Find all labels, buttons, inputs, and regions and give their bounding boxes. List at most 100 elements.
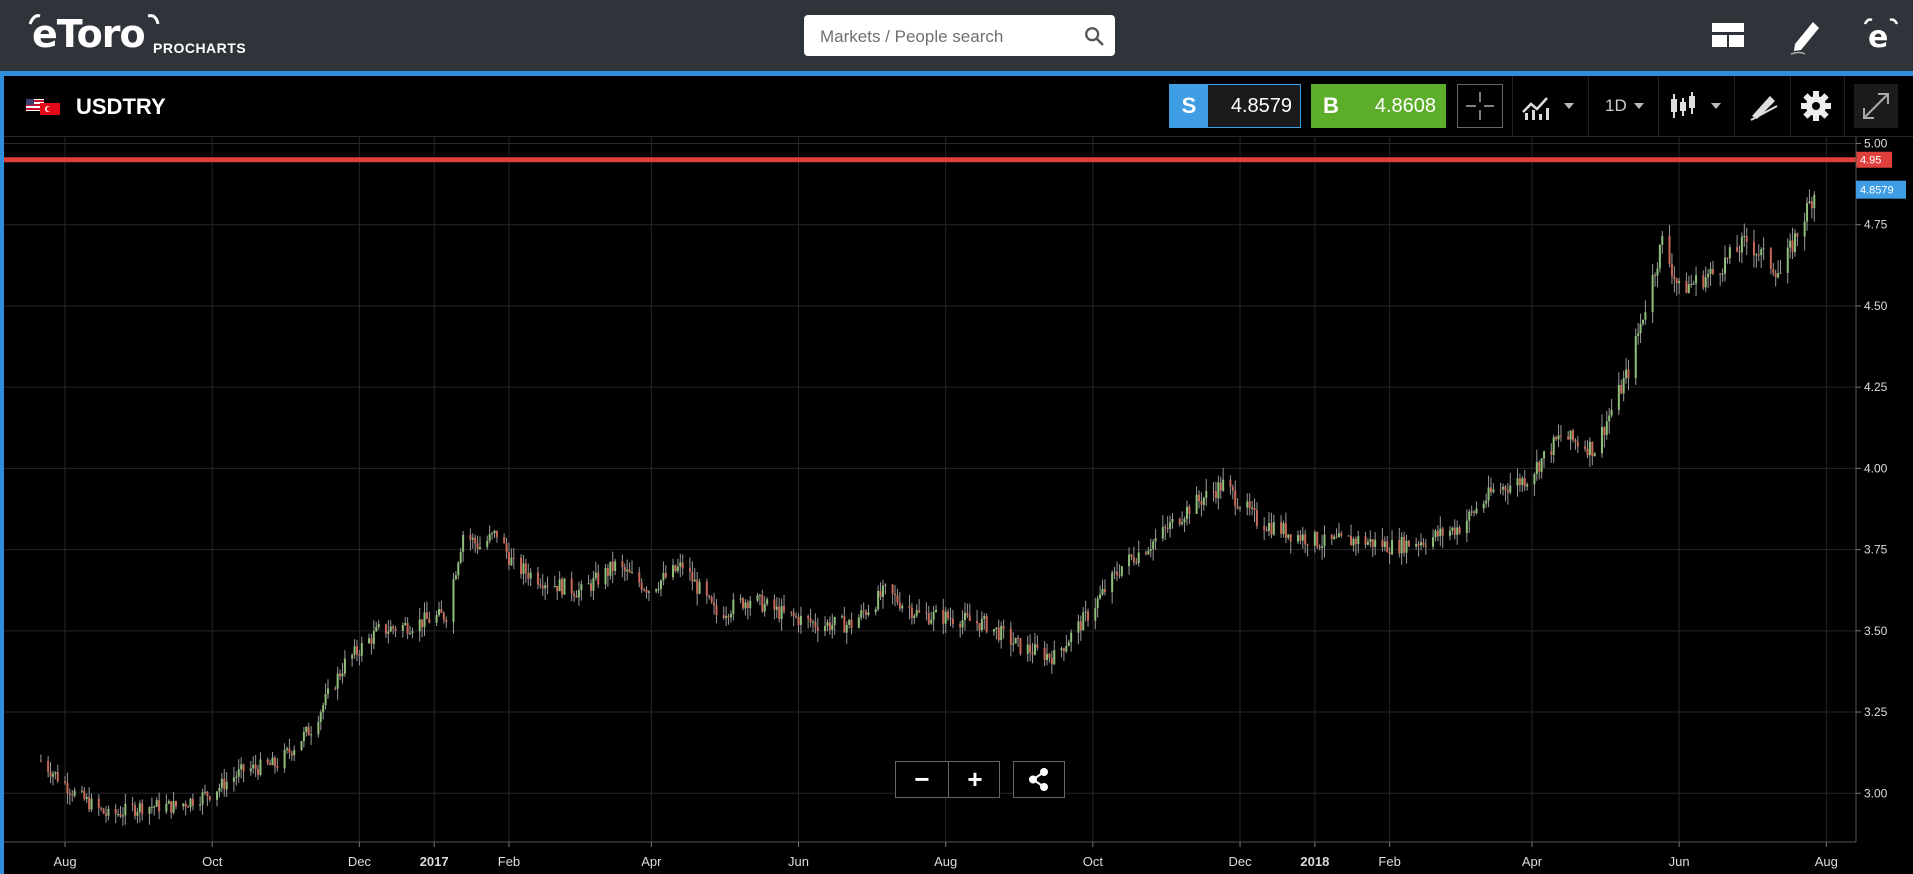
candle-body — [1523, 478, 1526, 487]
candle-body — [503, 537, 506, 544]
candle-body — [223, 778, 226, 790]
timeframe-label[interactable]: 1D — [1605, 96, 1627, 116]
chart-type-button[interactable] — [1666, 84, 1726, 128]
candle-body — [1774, 273, 1777, 278]
candle-body — [150, 806, 153, 808]
candle-body — [662, 572, 665, 581]
drawing-tools-button[interactable] — [1746, 84, 1782, 128]
indicators-button[interactable] — [1519, 84, 1579, 128]
candle-body — [404, 622, 407, 626]
buy-button[interactable]: B 4.8608 — [1311, 84, 1446, 128]
candle-body — [1200, 501, 1203, 505]
zoom-out-button[interactable]: − — [896, 762, 948, 797]
candle-body — [766, 599, 769, 604]
candle-body — [1779, 272, 1782, 274]
candle-body — [172, 801, 175, 813]
search-icon[interactable] — [1083, 25, 1105, 47]
candle-body — [850, 619, 853, 628]
candle-body — [1231, 486, 1234, 491]
candle-body — [1391, 540, 1394, 555]
crosshair-button[interactable] — [1457, 84, 1503, 128]
candle-body — [1791, 240, 1794, 252]
candle-body — [85, 797, 88, 800]
candle-body — [141, 803, 144, 814]
zoom-in-button[interactable]: + — [949, 762, 1001, 797]
candle-body — [158, 800, 161, 812]
candle-body — [285, 748, 288, 750]
candle-body — [894, 593, 897, 596]
candle-body — [343, 658, 346, 674]
candle-body — [966, 612, 969, 616]
candle-body — [138, 803, 141, 813]
candle-body — [425, 612, 428, 619]
sell-button[interactable]: S 4.8579 — [1169, 84, 1301, 128]
candle-body — [175, 801, 178, 807]
etoro-logo[interactable]: eToro PROCHARTS — [28, 12, 268, 58]
candle-body — [1229, 479, 1232, 487]
candle-body — [898, 602, 901, 609]
chart-toolbar: USDTRY S 4.8579 B 4.8608 1D — [4, 76, 1913, 137]
candle-body — [978, 623, 981, 631]
candle-body — [865, 611, 868, 615]
candle-body — [881, 585, 884, 597]
candle-body — [1214, 491, 1217, 499]
candle-body — [710, 596, 713, 603]
candle-body — [459, 551, 462, 563]
candle-body — [493, 530, 496, 534]
toolbar-separator — [1658, 76, 1659, 136]
candle-body — [242, 764, 245, 772]
instrument-symbol[interactable]: USDTRY — [76, 94, 166, 120]
candle-body — [1280, 522, 1283, 534]
candle-body — [742, 598, 745, 609]
candle-body — [609, 561, 612, 576]
candle-body — [1026, 644, 1029, 654]
settings-button[interactable] — [1796, 84, 1836, 128]
search-box[interactable] — [804, 15, 1115, 58]
edit-icon[interactable] — [1785, 14, 1827, 56]
candle-body — [153, 806, 156, 808]
candle-body — [606, 568, 609, 576]
candle-body — [570, 578, 573, 594]
share-button[interactable] — [1013, 761, 1065, 798]
toolbar-separator — [1734, 76, 1735, 136]
candle-body — [336, 673, 339, 689]
etoro-e-icon[interactable]: e — [1860, 14, 1902, 56]
candle-body — [1357, 536, 1360, 545]
candle-body — [1644, 312, 1647, 320]
candle-body — [358, 654, 361, 656]
candle-body — [191, 798, 194, 806]
candle-body — [471, 537, 474, 540]
search-input[interactable] — [818, 15, 1072, 58]
layout-icon[interactable] — [1707, 14, 1749, 56]
candle-body — [220, 778, 223, 788]
candle-body — [874, 609, 877, 613]
candle-body — [1000, 625, 1003, 641]
candle-body — [1137, 552, 1140, 564]
candle-body — [218, 787, 221, 792]
drawing-tools-icon — [1750, 96, 1778, 121]
candle-body — [1518, 478, 1521, 486]
candle-body — [1166, 527, 1169, 529]
candle-body — [729, 614, 732, 618]
candle-body — [310, 734, 313, 736]
candle-body — [727, 616, 730, 618]
candle-body — [1198, 494, 1201, 502]
candle-body — [1736, 247, 1739, 252]
candle-body — [1634, 335, 1637, 379]
candle-body — [1678, 280, 1681, 284]
candle-body — [621, 561, 624, 568]
candle-body — [1152, 541, 1155, 550]
fullscreen-button[interactable] — [1854, 84, 1898, 128]
svg-text:eToro: eToro — [32, 12, 145, 56]
horizontal-price-line[interactable]: 4.95 — [4, 151, 1892, 168]
candle-body — [1149, 549, 1152, 551]
candle-body — [696, 579, 699, 594]
candle-body — [71, 794, 74, 796]
candle-body — [1222, 479, 1225, 491]
candle-body — [507, 551, 510, 566]
candle-body — [1451, 527, 1454, 531]
candle-body — [445, 619, 448, 623]
candle-body — [1584, 446, 1587, 449]
candle-body — [254, 764, 257, 770]
candle-body — [708, 595, 711, 597]
